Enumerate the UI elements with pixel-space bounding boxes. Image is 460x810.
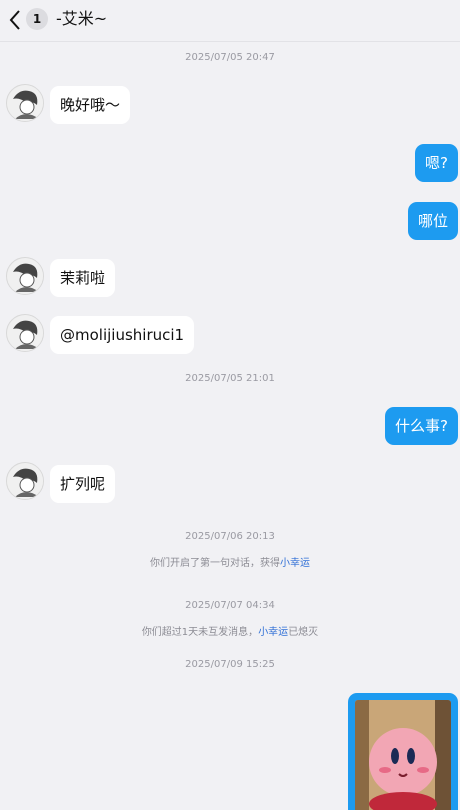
outgoing-message[interactable]: 哪位 [407,202,458,240]
chat-header: 1 -艾米~ [0,0,460,42]
unread-count-badge[interactable]: 1 [26,8,48,30]
incoming-message[interactable]: 扩列呢 [50,465,116,503]
message-timestamp: 2025/07/07 04:34 [185,600,275,611]
system-notice: 你们开启了第一句对话，获得小幸运 [150,558,310,569]
system-notice: 你们超过1天未互发消息，小幸运已熄灭 [141,627,319,638]
outgoing-message[interactable]: 嗯? [415,144,458,182]
message-timestamp: 2025/07/05 21:01 [185,373,275,384]
contact-avatar[interactable] [6,257,44,295]
contact-name[interactable]: -艾米~ [56,9,107,29]
lucky-link[interactable]: 小幸运 [258,627,288,638]
kirby-plush-photo [355,700,451,810]
contact-avatar[interactable] [6,314,44,352]
outgoing-image-message[interactable] [348,693,458,810]
contact-avatar[interactable] [6,84,44,122]
message-timestamp: 2025/07/05 20:47 [185,52,275,63]
contact-avatar[interactable] [6,462,44,500]
outgoing-message[interactable]: 什么事? [385,407,458,445]
incoming-message[interactable]: 茉莉啦 [50,259,116,297]
message-timestamp: 2025/07/09 15:25 [185,659,275,670]
lucky-link[interactable]: 小幸运 [280,558,310,569]
message-timestamp: 2025/07/06 20:13 [185,531,275,542]
chevron-left-icon[interactable] [6,8,26,32]
incoming-message[interactable]: @molijiushiruci1 [50,316,195,354]
incoming-message[interactable]: 晚好哦～ [50,86,131,124]
